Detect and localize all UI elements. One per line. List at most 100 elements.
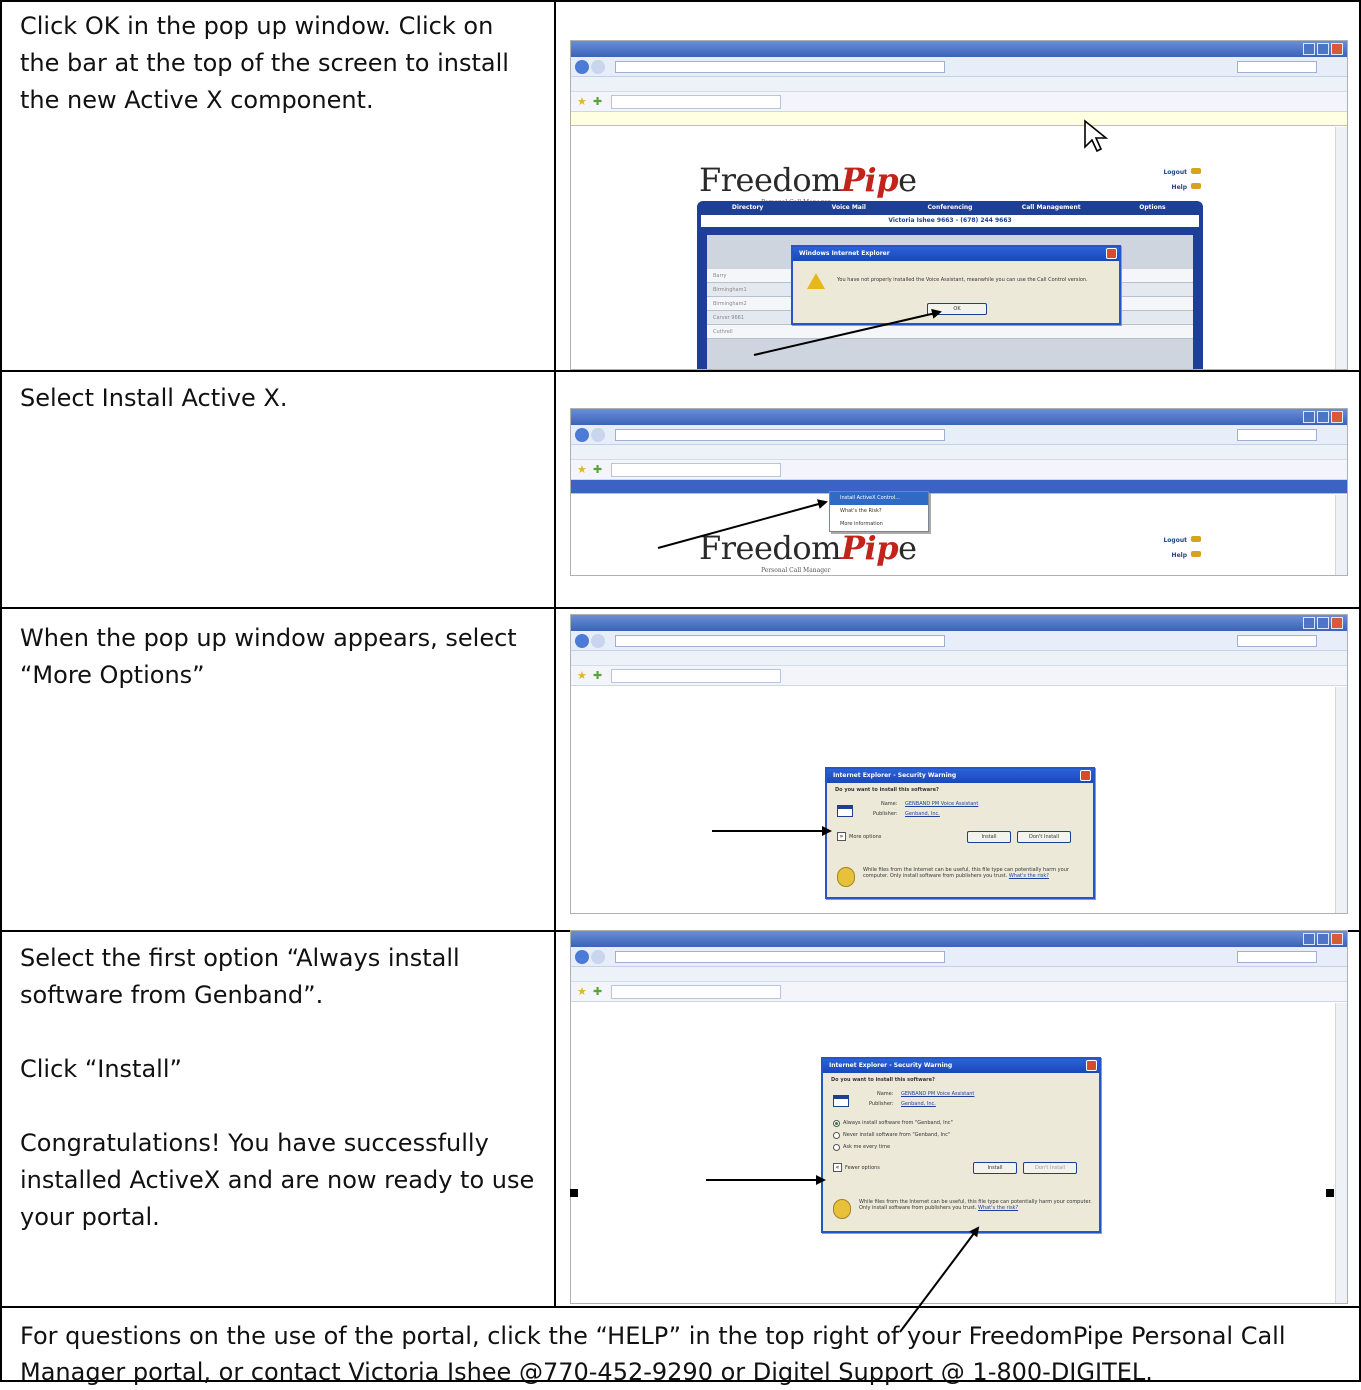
ie-favorites-bar: ★ ✚ — [571, 666, 1347, 686]
support-contact-footer: For questions on the use of the portal, … — [20, 1322, 1286, 1386]
tab-conferencing: Conferencing — [927, 204, 973, 211]
image-resize-handle-left — [570, 1189, 578, 1197]
ie-favorites-bar: ★ ✚ — [571, 92, 1347, 112]
more-options-toggle[interactable]: » — [837, 832, 846, 841]
back-icon — [575, 634, 589, 648]
publisher-link[interactable]: Genband, Inc. — [901, 1101, 936, 1107]
ie-title-bar — [571, 615, 1347, 631]
dont-install-button[interactable]: Don't Install — [1017, 831, 1071, 843]
browser-tab — [611, 985, 781, 999]
favorites-star-icon: ★ — [577, 669, 587, 682]
always-install-label[interactable]: Always install software from "Genband, I… — [843, 1120, 953, 1126]
activex-context-menu: Install ActiveX Control... What's the Ri… — [829, 491, 929, 532]
publisher-label: Publisher: — [873, 811, 898, 817]
step-2-text: Select Install Active X. — [20, 380, 540, 417]
forward-icon — [591, 950, 605, 964]
step-1-paragraph: Click OK in the pop up window. Click on … — [20, 12, 509, 114]
dont-install-button[interactable]: Don't Install — [1023, 1162, 1077, 1174]
forward-icon — [591, 60, 605, 74]
window-buttons — [1303, 933, 1343, 945]
header-links: Logout Help — [1141, 533, 1201, 563]
publisher-link[interactable]: Genband, Inc. — [905, 811, 940, 817]
never-install-radio[interactable] — [833, 1132, 840, 1139]
software-name-link[interactable]: GENBAND PM Voice Assistant — [901, 1091, 974, 1097]
pcm-nav-tabs: Directory Voice Mail Conferencing Call M… — [697, 201, 1203, 215]
row-divider — [0, 607, 1361, 609]
program-icon — [837, 805, 853, 817]
close-icon — [1080, 770, 1091, 781]
ie-address-bar — [571, 631, 1347, 651]
column-divider — [554, 0, 556, 1306]
security-warning-dialog: Internet Explorer - Security Warning Do … — [825, 767, 1095, 899]
screenshot-security-warning: ★ ✚ Internet Explorer - Security Warning… — [570, 614, 1348, 914]
back-icon — [575, 428, 589, 442]
add-favorite-icon: ✚ — [593, 669, 603, 682]
scrollbar — [1335, 127, 1347, 369]
fewer-options-label[interactable]: Fewer options — [845, 1165, 880, 1171]
program-icon — [833, 1095, 849, 1107]
help-link: Help — [1141, 548, 1201, 563]
freedompipe-logo: FreedomPipe — [699, 529, 917, 567]
logout-link: Logout — [1141, 165, 1201, 180]
software-name-link[interactable]: GENBAND PM Voice Assistant — [905, 801, 978, 807]
close-icon — [1086, 1060, 1097, 1071]
tab-options: Options — [1139, 204, 1166, 211]
name-label: Name: — [877, 1091, 894, 1097]
ie-menu-bar — [571, 651, 1347, 666]
ie-favorites-bar: ★ ✚ — [571, 982, 1347, 1002]
freedompipe-logo: FreedomPipe — [699, 161, 917, 199]
dialog-title: Windows Internet Explorer — [793, 247, 1119, 261]
search-field — [1237, 61, 1317, 73]
more-options-label[interactable]: More options — [849, 834, 881, 840]
ok-button[interactable]: OK — [927, 303, 987, 315]
shield-warning-icon — [833, 1199, 851, 1219]
favorites-star-icon: ★ — [577, 95, 587, 108]
never-install-label[interactable]: Never install software from "Genband, In… — [843, 1132, 950, 1138]
risk-warning-text: While files from the Internet can be use… — [863, 867, 1069, 879]
add-favorite-icon: ✚ — [593, 463, 603, 476]
ask-every-time-label[interactable]: Ask me every time — [843, 1144, 890, 1150]
risk-warning-text: While files from the Internet can be use… — [859, 1199, 1092, 1211]
browser-tab — [611, 669, 781, 683]
ie-address-bar — [571, 425, 1347, 445]
whats-the-risk-link[interactable]: What's the risk? — [1009, 873, 1049, 879]
ie-menu-bar — [571, 967, 1347, 982]
ie-title-bar — [571, 931, 1347, 947]
install-button[interactable]: Install — [967, 831, 1011, 843]
window-buttons — [1303, 411, 1343, 423]
instruction-document: Click OK in the pop up window. Click on … — [0, 0, 1361, 1386]
ie-title-bar — [571, 41, 1347, 57]
scrollbar — [1335, 687, 1347, 913]
whats-the-risk-link[interactable]: What's the risk? — [978, 1205, 1018, 1211]
url-field — [615, 429, 945, 441]
name-label: Name: — [881, 801, 898, 807]
menu-item-install-activex[interactable]: Install ActiveX Control... — [830, 492, 928, 505]
install-question: Do you want to install this software? — [835, 787, 939, 793]
search-field — [1237, 429, 1317, 441]
ask-every-time-radio[interactable] — [833, 1144, 840, 1151]
tab-call-management: Call Management — [1021, 204, 1081, 211]
fewer-options-toggle[interactable]: « — [833, 1163, 842, 1172]
menu-item-more-information[interactable]: More information — [830, 518, 928, 531]
install-button[interactable]: Install — [973, 1162, 1017, 1174]
always-install-radio[interactable] — [833, 1120, 840, 1127]
favorites-star-icon: ★ — [577, 463, 587, 476]
favorites-star-icon: ★ — [577, 985, 587, 998]
ie-menu-bar — [571, 77, 1347, 92]
activex-information-bar — [571, 112, 1347, 126]
warning-icon — [807, 273, 825, 289]
publisher-label: Publisher: — [869, 1101, 894, 1107]
url-field — [615, 635, 945, 647]
ie-address-bar — [571, 57, 1347, 77]
screenshot-security-warning-expanded: ★ ✚ Internet Explorer - Security Warning… — [570, 930, 1348, 1304]
back-icon — [575, 60, 589, 74]
security-warning-dialog-expanded: Internet Explorer - Security Warning Do … — [821, 1057, 1101, 1233]
step-4-text: Select the first option “Always install … — [20, 940, 540, 1236]
scrollbar — [1335, 1003, 1347, 1303]
search-field — [1237, 951, 1317, 963]
step-2-paragraph: Select Install Active X. — [20, 384, 288, 412]
row-divider — [0, 1306, 1361, 1308]
window-buttons — [1303, 43, 1343, 55]
menu-item-whats-the-risk[interactable]: What's the Risk? — [830, 505, 928, 518]
page-content: FreedomPipe Personal Call Manager Logout… — [571, 127, 1347, 369]
